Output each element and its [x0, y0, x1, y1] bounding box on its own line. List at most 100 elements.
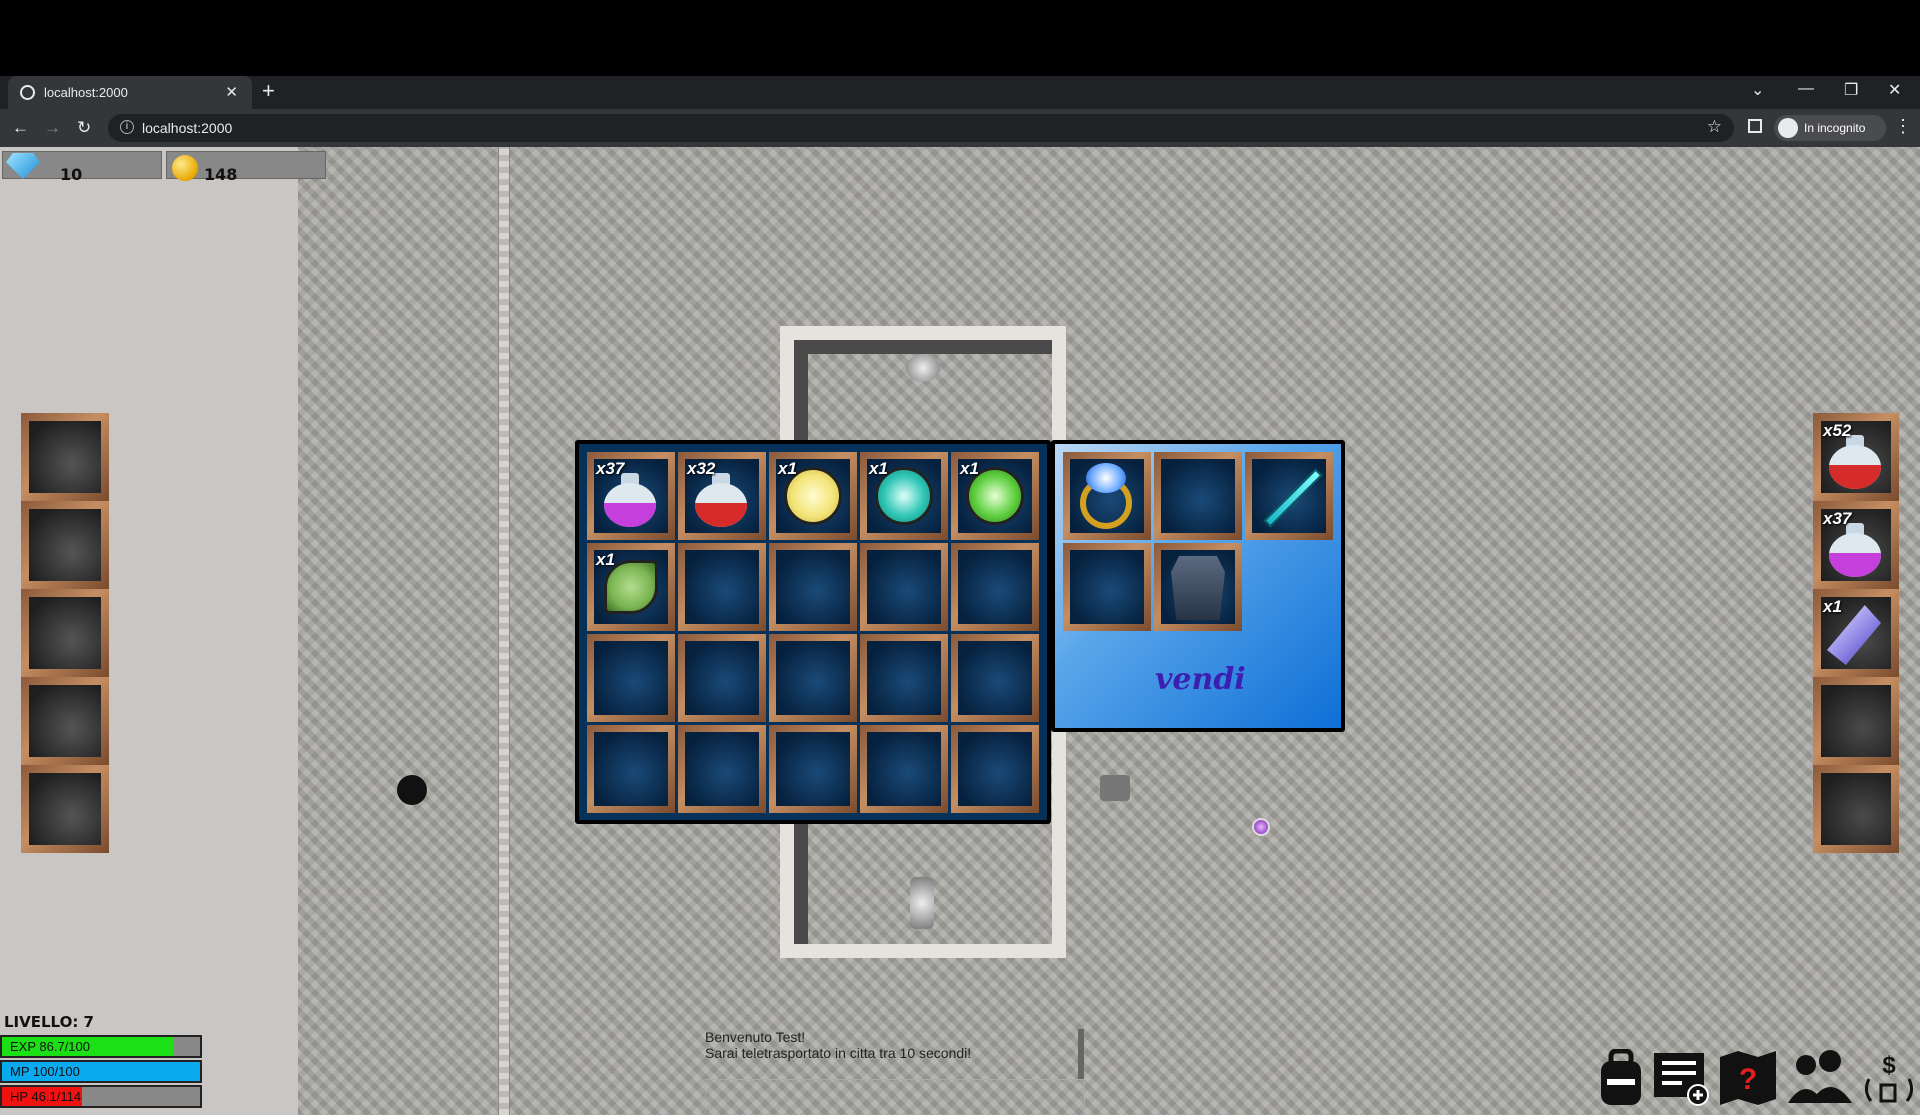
shadow-monster[interactable] — [397, 775, 427, 805]
item-quantity: x1 — [869, 459, 888, 478]
incognito-icon — [1778, 118, 1798, 138]
chat-log: Benvenuto Test! Sarai teletrasportato in… — [705, 1029, 1085, 1061]
inventory-slot[interactable]: x1 — [860, 452, 948, 540]
player-orb[interactable] — [1252, 818, 1270, 836]
gold-value: 148 — [204, 165, 238, 184]
party-icon[interactable] — [1786, 1049, 1852, 1109]
red-potion-icon — [693, 473, 749, 527]
inventory-slot[interactable] — [769, 634, 857, 722]
browser-tab-bar: localhost:2000 ✕ — [0, 76, 1920, 109]
chat-line: Sarai teletrasportato in citta tra 10 se… — [705, 1045, 972, 1061]
inventory-slot[interactable] — [587, 725, 675, 813]
shop-slot[interactable] — [1154, 543, 1242, 631]
shop-slot[interactable] — [1245, 452, 1333, 540]
equipment-slot[interactable] — [21, 413, 109, 501]
game-canvas[interactable]: 10 148 x37 x32 x1 x1 x1 x1 vendi x52 x37… — [0, 147, 1920, 1115]
inventory-slot[interactable] — [769, 543, 857, 631]
purple-potion-icon — [602, 473, 658, 527]
shop-slot[interactable] — [1063, 543, 1151, 631]
close-window-icon[interactable]: ✕ — [1888, 80, 1901, 100]
site-info-icon[interactable]: i — [120, 120, 134, 134]
hotbar-slot[interactable]: x52 — [1813, 413, 1899, 501]
minimize-icon[interactable]: — — [1798, 80, 1814, 98]
item-quantity: x1 — [1823, 597, 1842, 616]
inventory-slot[interactable] — [860, 543, 948, 631]
sell-button[interactable]: vendi — [1155, 662, 1246, 697]
hotbar-slot[interactable] — [1813, 765, 1899, 853]
inventory-slot[interactable] — [860, 725, 948, 813]
address-bar: ← → ↻ i localhost:2000 ☆ — [0, 109, 1920, 147]
incognito-label: In incognito — [1804, 121, 1866, 135]
item-quantity: x37 — [1823, 509, 1852, 528]
inventory-slot[interactable] — [678, 634, 766, 722]
mp-text: MP 100/100 — [10, 1064, 80, 1079]
back-icon[interactable]: ← — [12, 118, 29, 138]
omnibox[interactable]: i localhost:2000 ☆ — [108, 114, 1734, 142]
side-panel-icon[interactable] — [1748, 119, 1762, 133]
inventory-slot[interactable] — [860, 634, 948, 722]
item-quantity: x32 — [687, 459, 716, 478]
hotbar-slot[interactable]: x1 — [1813, 589, 1899, 677]
inventory-slot[interactable]: x32 — [678, 452, 766, 540]
inventory-slot[interactable] — [678, 543, 766, 631]
inventory-slot[interactable] — [951, 634, 1039, 722]
reload-icon[interactable]: ↻ — [77, 118, 91, 138]
shop-slot[interactable] — [1154, 452, 1242, 540]
inventory-slot[interactable] — [587, 634, 675, 722]
chat-input[interactable] — [705, 1079, 1085, 1115]
quests-icon[interactable] — [1652, 1049, 1710, 1109]
restore-icon[interactable]: ❐ — [1844, 80, 1858, 100]
bookmark-star-icon[interactable]: ☆ — [1707, 117, 1722, 137]
inventory-panel: x37 x32 x1 x1 x1 x1 — [575, 440, 1051, 824]
inventory-slot[interactable]: x1 — [951, 452, 1039, 540]
inventory-slot[interactable]: x37 — [587, 452, 675, 540]
shop-slot[interactable] — [1063, 452, 1151, 540]
level-label: LIVELLO: 7 — [4, 1013, 94, 1031]
purple-potion-icon — [1827, 523, 1883, 577]
tab-close-icon[interactable]: ✕ — [225, 83, 238, 101]
svg-text:$: $ — [1882, 1052, 1896, 1079]
hotbar-slot[interactable]: x37 — [1813, 501, 1899, 589]
equipment-slot[interactable] — [21, 677, 109, 765]
svg-text:?: ? — [1739, 1063, 1757, 1096]
inventory-slot[interactable] — [951, 725, 1039, 813]
equipment-slot[interactable] — [21, 501, 109, 589]
inventory-slot[interactable]: x1 — [587, 543, 675, 631]
map-help-icon[interactable]: ? — [1718, 1049, 1776, 1109]
item-quantity: x1 — [960, 459, 979, 478]
tab-search-chevron-icon[interactable]: ⌄ — [1751, 80, 1764, 100]
shop-panel: vendi — [1051, 440, 1345, 732]
globe-icon — [20, 85, 35, 100]
npc-statue[interactable] — [1100, 775, 1130, 801]
backpack-icon[interactable] — [1592, 1048, 1650, 1109]
exp-bar: EXP 86.7/100 — [0, 1035, 202, 1058]
wall-divider — [498, 147, 510, 1115]
item-quantity: x52 — [1823, 421, 1852, 440]
hp-bar: HP 46.1/114 — [0, 1085, 202, 1108]
inventory-slot[interactable] — [951, 543, 1039, 631]
mp-bar: MP 100/100 — [0, 1060, 202, 1083]
incognito-badge[interactable]: In incognito — [1774, 115, 1886, 141]
gold-coin-icon — [172, 155, 198, 181]
hotbar-slot[interactable] — [1813, 677, 1899, 765]
forward-icon[interactable]: → — [44, 118, 61, 138]
browser-tab[interactable]: localhost:2000 ✕ — [8, 76, 252, 109]
ring-gem-icon — [1086, 463, 1126, 493]
inventory-slot[interactable]: x1 — [769, 452, 857, 540]
chat-scrollbar[interactable] — [1078, 1029, 1084, 1079]
armor-icon — [1171, 556, 1225, 620]
pillar-top — [906, 354, 940, 382]
chat-line: Benvenuto Test! — [705, 1029, 806, 1045]
url-text: localhost:2000 — [142, 120, 233, 136]
gems-value: 10 — [60, 165, 83, 184]
new-tab-button[interactable]: + — [262, 80, 275, 102]
item-quantity: x37 — [596, 459, 625, 478]
inventory-slot[interactable] — [678, 725, 766, 813]
hp-text: HP 46.1/114 — [10, 1089, 82, 1104]
shop-icon[interactable]: $ — [1858, 1049, 1920, 1109]
menu-kebab-icon[interactable]: ⋮ — [1894, 116, 1912, 137]
inventory-slot[interactable] — [769, 725, 857, 813]
equipment-slot[interactable] — [21, 589, 109, 677]
equipment-slot[interactable] — [21, 765, 109, 853]
item-quantity: x1 — [778, 459, 797, 478]
